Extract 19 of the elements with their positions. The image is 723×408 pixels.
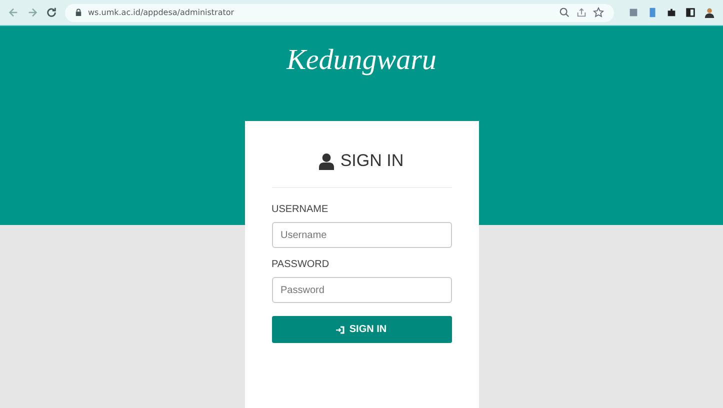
lock-icon[interactable]	[75, 8, 82, 17]
zoom-icon[interactable]	[559, 7, 570, 18]
sidebar-icon[interactable]	[685, 7, 696, 18]
share-icon[interactable]	[576, 7, 587, 18]
avatar-icon[interactable]	[704, 7, 715, 18]
user-icon	[319, 152, 334, 170]
sign-in-button[interactable]: SIGN IN	[272, 316, 452, 343]
sign-in-heading: SIGN IN	[340, 151, 404, 171]
field-label: USERNAME	[272, 204, 330, 215]
reload-icon[interactable]	[46, 7, 57, 18]
field-label: PASSWORD	[272, 259, 330, 270]
site-title: Kedungwaru	[286, 44, 436, 78]
input-field[interactable]: Username	[272, 222, 452, 248]
extension-icon[interactable]	[647, 7, 658, 18]
star-icon[interactable]	[593, 7, 604, 18]
extension-icon[interactable]	[628, 7, 639, 18]
input-field[interactable]: Password	[272, 277, 452, 303]
address-bar[interactable]: ws.umk.ac.id/appdesa/administrator	[65, 4, 614, 22]
login-icon	[336, 326, 346, 334]
